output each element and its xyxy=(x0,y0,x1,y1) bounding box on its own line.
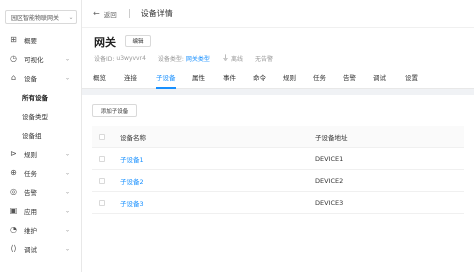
device-name: 网关 xyxy=(94,36,116,49)
visual-icon: ◷ xyxy=(10,54,17,63)
sidebar-item-label: 调试 xyxy=(24,245,37,254)
project-select[interactable]: 园区智能物联网关 ⌄ xyxy=(5,10,77,24)
chevron-down-icon: ⌄ xyxy=(64,245,70,252)
table-header: 设备名称 子设备地址 xyxy=(92,126,464,148)
sidebar-item[interactable]: ◔ 维护 ⌄ xyxy=(0,220,82,239)
device-type-link[interactable]: 网关类型 xyxy=(186,54,210,63)
table-row: 子设备1 DEVICE1 xyxy=(92,148,464,170)
back-button[interactable]: ← 返回 xyxy=(93,9,117,19)
sidebar-subitem[interactable]: 设备类型 xyxy=(0,106,82,125)
sidebar-item[interactable]: ▣ 应用 ⌄ xyxy=(0,201,82,220)
sidebar-item[interactable]: ◎ 告警 ⌄ xyxy=(0,182,82,201)
debug-icon: ⟨⟩ xyxy=(10,244,17,253)
device-meta: 设备ID: u3wyvvr4 设备类型: 网关类型 ⏚ 离线 无告警 xyxy=(94,53,273,63)
subdevice-table: 设备名称 子设备地址 子设备1 DEVICE1 子设备2 DEVICE2 子设备3 DEV… xyxy=(92,126,464,214)
row-checkbox[interactable] xyxy=(99,155,105,162)
chevron-down-icon: ⌄ xyxy=(64,150,70,157)
divider xyxy=(128,9,130,18)
status-badge: 离线 xyxy=(230,55,243,63)
sidebar: 园区智能物联网关 ⌄ ⊞ 概要 ◷ 可视化 ⌄ ⌂ 设备 ⌄ 所有设备 设备类型 设备组 ⊳ 规则 ⌄ ⊕ 任… xyxy=(0,0,82,272)
sidebar-subitem[interactable]: 设备组 xyxy=(0,125,82,144)
table-row: 子设备2 DEVICE2 xyxy=(92,170,464,192)
table-row: 子设备3 DEVICE3 xyxy=(92,192,464,214)
plug-icon: ⏚ xyxy=(221,54,229,62)
row-checkbox[interactable] xyxy=(99,177,105,184)
tab[interactable]: 设置 xyxy=(405,69,418,89)
task-icon: ⊕ xyxy=(10,168,17,177)
tab[interactable]: 子设备 xyxy=(156,69,176,89)
tab-bar: 概览 连接 子设备 属性 事件 命令 规则 任务 告警 调试 设置 xyxy=(82,69,474,89)
sidebar-item[interactable]: ◷ 可视化 ⌄ xyxy=(0,49,82,68)
sidebar-item[interactable]: ⊕ 任务 ⌄ xyxy=(0,163,82,182)
sidebar-item-label: 维护 xyxy=(24,226,37,235)
sidebar-item-label: 任务 xyxy=(24,169,37,178)
add-subdevice-button[interactable]: 添加子设备 xyxy=(92,104,137,117)
sidebar-item[interactable]: ⌂ 设备 ⌄ xyxy=(0,68,82,87)
tab[interactable]: 规则 xyxy=(283,69,296,89)
tab[interactable]: 概览 xyxy=(93,69,106,89)
device-type-label: 设备类型: xyxy=(157,55,184,63)
sidebar-item-label: 告警 xyxy=(24,188,37,197)
subdevice-address: DEVICE1 xyxy=(315,154,344,163)
chevron-down-icon: ⌄ xyxy=(64,207,70,214)
tab[interactable]: 告警 xyxy=(343,69,356,89)
select-all-checkbox[interactable] xyxy=(99,133,105,140)
app-icon: ▣ xyxy=(9,206,18,215)
sidebar-nav: ⊞ 概要 ◷ 可视化 ⌄ ⌂ 设备 ⌄ 所有设备 设备类型 设备组 ⊳ 规则 ⌄ ⊕ 任务 ⌄ ◎ 告警 ⌄ ▣ 应用 ⌄ ◔… xyxy=(0,30,82,258)
tab[interactable]: 事件 xyxy=(223,69,236,89)
tab[interactable]: 调试 xyxy=(373,69,386,89)
maintain-icon: ◔ xyxy=(10,225,17,234)
subdevice-name-link[interactable]: 子设备3 xyxy=(120,198,144,208)
sidebar-item[interactable]: ⊞ 概要 xyxy=(0,30,82,49)
edit-button[interactable]: 编辑 xyxy=(125,35,151,47)
sidebar-item-label: 设备 xyxy=(24,74,37,83)
chevron-down-icon: ⌄ xyxy=(64,188,70,195)
chevron-down-icon: ⌄ xyxy=(64,74,70,81)
tab[interactable]: 连接 xyxy=(124,69,137,89)
sidebar-item-label: 应用 xyxy=(24,207,37,216)
dashboard-icon: ⊞ xyxy=(10,35,17,44)
sidebar-item-label: 概要 xyxy=(24,36,37,45)
topbar: ← 返回 设备详情 xyxy=(82,0,474,28)
device-header: 网关 编辑 设备ID: u3wyvvr4 设备类型: 网关类型 ⏚ 离线 无告警 xyxy=(82,28,474,69)
sidebar-item-label: 可视化 xyxy=(24,55,44,64)
device-id: u3wyvvr4 xyxy=(116,54,146,62)
alarm-status: 无告警 xyxy=(254,55,273,63)
subdevice-address: DEVICE3 xyxy=(315,198,344,207)
sidebar-item[interactable]: ⟨⟩ 调试 ⌄ xyxy=(0,239,82,258)
chevron-down-icon: ⌄ xyxy=(68,13,74,21)
device-icon: ⌂ xyxy=(10,73,17,82)
project-select-value: 园区智能物联网关 xyxy=(11,14,60,22)
subdevice-name-link[interactable]: 子设备1 xyxy=(120,154,144,164)
tab[interactable]: 命令 xyxy=(253,69,266,89)
subdevice-address: DEVICE2 xyxy=(315,176,344,185)
back-label: 返回 xyxy=(103,10,117,19)
chevron-down-icon: ⌄ xyxy=(64,169,70,176)
rule-icon: ⊳ xyxy=(10,149,17,158)
sidebar-item-label: 规则 xyxy=(24,150,37,159)
column-header-name: 设备名称 xyxy=(120,133,146,142)
row-checkbox[interactable] xyxy=(99,199,105,206)
chevron-down-icon: ⌄ xyxy=(64,55,70,62)
sidebar-subitem[interactable]: 所有设备 xyxy=(0,87,82,106)
subdevice-panel: 添加子设备 设备名称 子设备地址 子设备1 DEVICE1 子设备2 DEVICE2 子… xyxy=(82,89,474,272)
subdevice-name-link[interactable]: 子设备2 xyxy=(120,176,144,186)
tab[interactable]: 任务 xyxy=(313,69,326,89)
chevron-down-icon: ⌄ xyxy=(64,226,70,233)
arrow-left-icon: ← xyxy=(93,9,100,18)
page-title: 设备详情 xyxy=(140,9,173,18)
sidebar-item[interactable]: ⊳ 规则 ⌄ xyxy=(0,144,82,163)
device-id-label: 设备ID: xyxy=(94,55,115,63)
tab[interactable]: 属性 xyxy=(192,69,205,89)
alarm-icon: ◎ xyxy=(10,187,17,196)
column-header-address: 子设备地址 xyxy=(315,133,348,142)
